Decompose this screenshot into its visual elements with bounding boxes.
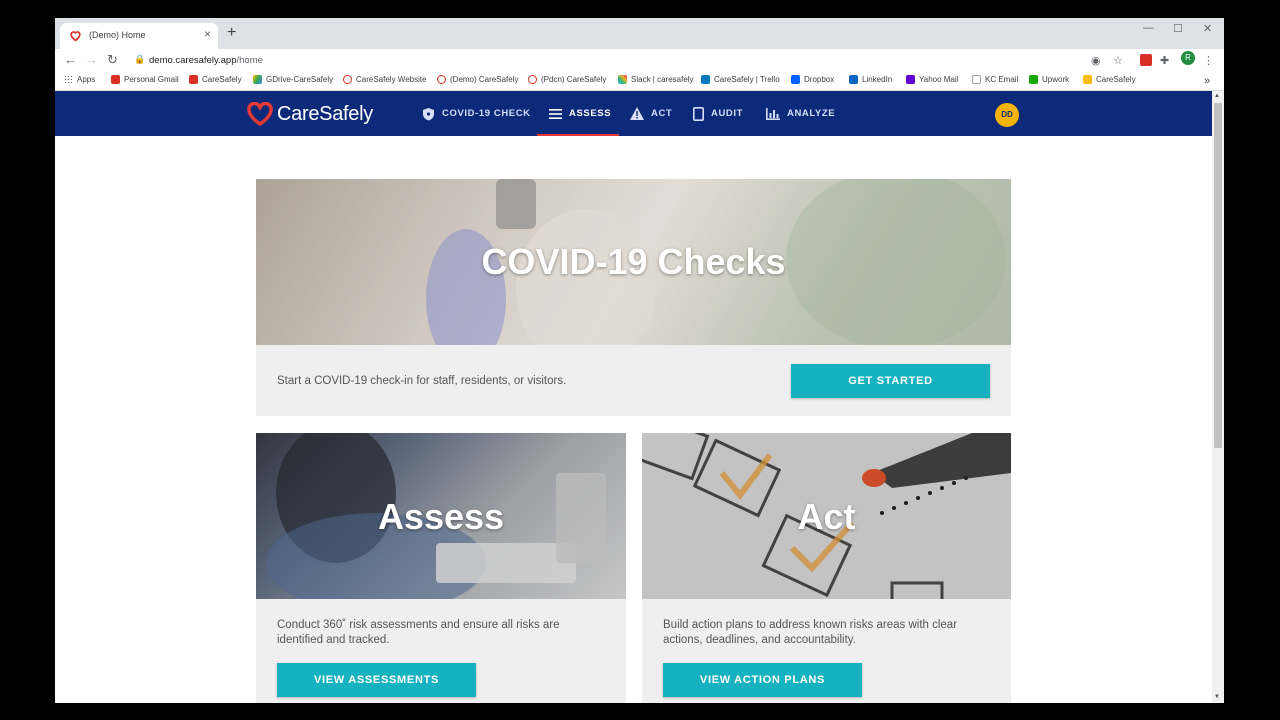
extension-icon[interactable] xyxy=(1140,54,1152,66)
yahoo-mail-icon xyxy=(906,75,915,84)
bookmark-dropbox[interactable]: Dropbox xyxy=(791,75,834,84)
get-started-button[interactable]: GET STARTED xyxy=(791,364,990,398)
covid-card-title: COVID-19 Checks xyxy=(481,241,786,282)
new-tab-icon[interactable]: + xyxy=(227,24,236,42)
address-bar[interactable]: 🔒 demo.caresafely.app/home xyxy=(125,51,1115,71)
bookmark-star-icon[interactable]: ☆ xyxy=(1113,54,1123,67)
email-icon xyxy=(972,75,981,84)
back-icon[interactable]: ← xyxy=(64,52,77,67)
browser-toolbar: ← → ↻ 🔒 demo.caresafely.app/home ◉ ☆ ✚ ⋮ xyxy=(55,49,1224,73)
forward-icon[interactable]: → xyxy=(85,52,98,67)
bookmark-kc-email[interactable]: KC Email xyxy=(972,75,1018,84)
trello-icon xyxy=(701,75,710,84)
assess-card-description: Conduct 360˚ risk assessments and ensure… xyxy=(277,619,560,646)
slack-icon xyxy=(618,75,627,84)
view-action-plans-button[interactable]: VIEW ACTION PLANS xyxy=(663,663,862,697)
nav-analyze[interactable]: ANALYZE xyxy=(766,91,835,136)
nav-audit[interactable]: AUDIT xyxy=(693,91,743,136)
bookmarks-bar: Apps Personal Gmail CareSafely GDrive-Ca… xyxy=(55,72,1224,91)
nav-assess[interactable]: ASSESS xyxy=(549,91,611,136)
bookmark-personal-gmail[interactable]: Personal Gmail xyxy=(111,75,179,84)
act-card: Act Build action plans to address known … xyxy=(642,433,1011,703)
caresafely-heart-icon xyxy=(343,75,352,84)
scroll-down-icon[interactable]: ▼ xyxy=(1214,694,1220,700)
bar-chart-icon xyxy=(766,107,780,120)
warning-icon xyxy=(630,107,644,120)
apps-grid-icon xyxy=(64,75,73,84)
folder-icon xyxy=(1083,75,1092,84)
close-window-icon[interactable]: ✕ xyxy=(1203,22,1212,35)
google-drive-icon xyxy=(253,75,262,84)
more-bookmarks-icon[interactable]: » xyxy=(1204,75,1210,87)
list-icon xyxy=(549,108,562,119)
gmail-icon xyxy=(111,75,120,84)
dropbox-icon xyxy=(791,75,800,84)
menu-kebab-icon[interactable]: ⋮ xyxy=(1203,54,1214,67)
user-avatar[interactable]: DD xyxy=(995,103,1019,127)
bookmark-demo-caresafely[interactable]: (Demo) CareSafely xyxy=(437,75,518,84)
page-scrollbar[interactable]: ▲ ▼ xyxy=(1212,91,1224,703)
minimize-icon[interactable]: — xyxy=(1143,22,1154,34)
view-assessments-button[interactable]: VIEW ASSESSMENTS xyxy=(277,663,476,697)
scrollbar-thumb[interactable] xyxy=(1214,103,1222,448)
assess-hero-image: Assess xyxy=(256,433,626,599)
tab-title: (Demo) Home xyxy=(89,30,146,40)
act-card-description: Build action plans to address known risk… xyxy=(663,619,958,646)
browser-tab[interactable]: (Demo) Home × xyxy=(60,23,218,49)
assess-card-title: Assess xyxy=(377,496,505,537)
bookmark-caresafely-website[interactable]: CareSafely Website xyxy=(343,75,427,84)
act-card-title: Act xyxy=(797,496,856,537)
act-hero-image: Act xyxy=(642,433,1011,599)
bookmark-pdcn-caresafely[interactable]: (Pdcn) CareSafely xyxy=(528,75,606,84)
eye-off-icon[interactable]: ◉ xyxy=(1091,54,1101,67)
caresafely-heart-icon xyxy=(437,75,446,84)
bookmark-apps[interactable]: Apps xyxy=(64,75,95,84)
nav-act[interactable]: ACT xyxy=(630,91,672,136)
tab-close-icon[interactable]: × xyxy=(204,27,211,41)
tab-strip: (Demo) Home × + — ☐ ✕ xyxy=(55,18,1224,49)
browser-window: (Demo) Home × + — ☐ ✕ ← → ↻ 🔒 demo.cares… xyxy=(55,18,1224,703)
shield-icon xyxy=(423,107,434,120)
caresafely-heart-icon xyxy=(247,102,273,126)
main-content: COVID-19 Checks Start a COVID-19 check-i… xyxy=(55,136,1212,703)
url-text: demo.caresafely.app/home xyxy=(149,55,263,66)
scroll-up-icon[interactable]: ▲ xyxy=(1214,93,1220,99)
bookmark-gdrive[interactable]: GDrive-CareSafely xyxy=(253,75,333,84)
caresafely-heart-icon xyxy=(70,31,81,42)
bookmark-yahoo-mail[interactable]: Yahoo Mail xyxy=(906,75,958,84)
tablet-icon xyxy=(693,106,704,121)
lock-icon: 🔒 xyxy=(134,54,146,64)
bookmark-upwork[interactable]: Upwork xyxy=(1029,75,1069,84)
app-navbar: CareSafely COVID-19 CHECK ASSESS ACT AUD… xyxy=(55,91,1212,137)
profile-avatar[interactable]: R xyxy=(1181,51,1195,65)
brand-logo[interactable]: CareSafely xyxy=(247,102,373,126)
bookmark-trello[interactable]: CareSafely | Trello xyxy=(701,75,780,84)
bookmark-slack[interactable]: Slack | caresafely xyxy=(618,75,694,84)
bookmark-linkedin[interactable]: LinkedIn xyxy=(849,75,892,84)
assess-card: Assess Conduct 360˚ risk assessments and… xyxy=(256,433,626,703)
maximize-icon[interactable]: ☐ xyxy=(1173,22,1183,35)
covid-hero-image: COVID-19 Checks xyxy=(256,179,1011,345)
caresafely-heart-icon xyxy=(528,75,537,84)
nav-covid-check[interactable]: COVID-19 CHECK xyxy=(422,91,531,136)
extensions-puzzle-icon[interactable]: ✚ xyxy=(1160,54,1169,67)
covid-card-description: Start a COVID-19 check-in for staff, res… xyxy=(277,375,567,387)
linkedin-icon xyxy=(849,75,858,84)
bookmark-caresafely-folder[interactable]: CareSafely xyxy=(1083,75,1136,84)
covid-checks-card: COVID-19 Checks Start a COVID-19 check-i… xyxy=(256,179,1011,416)
reload-icon[interactable]: ↻ xyxy=(107,52,118,68)
upwork-icon xyxy=(1029,75,1038,84)
bookmark-caresafely[interactable]: CareSafely xyxy=(189,75,242,84)
gmail-icon xyxy=(189,75,198,84)
brand-name: CareSafely xyxy=(277,102,373,125)
